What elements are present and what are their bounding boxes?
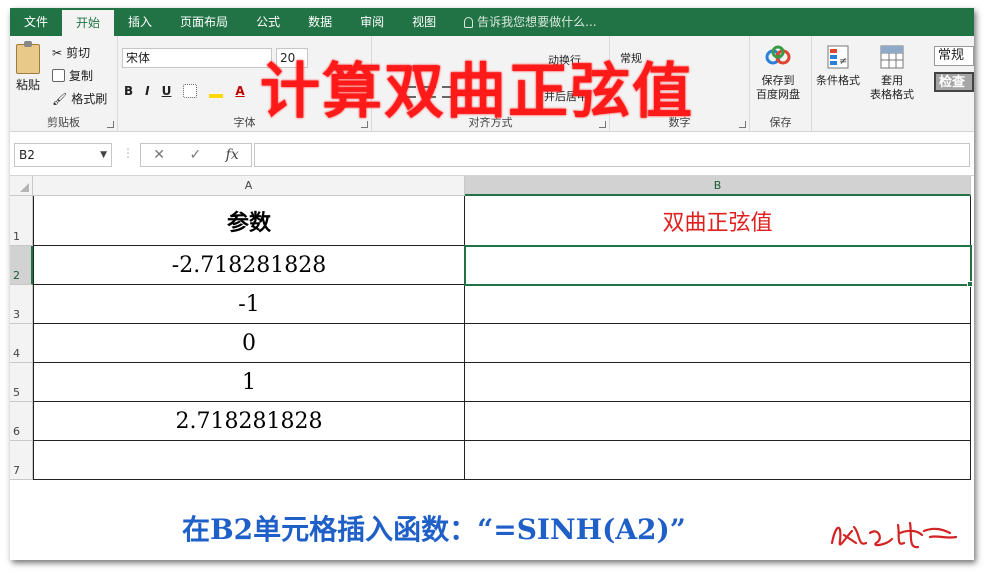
conditional-format-label: 条件格式	[816, 74, 860, 87]
cell-a2[interactable]: -2.718281828	[33, 246, 465, 285]
cell-b1[interactable]: 双曲正弦值	[465, 196, 971, 246]
cell-b3[interactable]	[465, 285, 971, 324]
copy-icon	[52, 69, 65, 82]
tab-insert[interactable]: 插入	[114, 8, 166, 36]
formula-bar-grip-icon: ⋮	[122, 146, 134, 160]
tab-home[interactable]: 开始	[62, 10, 115, 36]
number-launcher-icon[interactable]	[739, 121, 746, 128]
copy-label: 复制	[69, 69, 94, 83]
column-header-a[interactable]: A	[33, 176, 465, 196]
tab-page-layout[interactable]: 页面布局	[166, 8, 242, 36]
bold-button[interactable]: B	[124, 84, 133, 98]
save-label: 保存	[769, 116, 792, 129]
insert-function-icon[interactable]: fx	[226, 147, 239, 163]
clipboard-launcher-icon[interactable]	[107, 121, 114, 128]
brush-icon: 🖌	[52, 91, 68, 106]
excel-window: 文件 开始 插入 页面布局 公式 数据 审阅 视图 告诉我您想要做什么... 粘…	[10, 8, 974, 560]
font-name-select[interactable]: 宋体	[122, 48, 272, 68]
italic-button[interactable]: I	[145, 84, 149, 98]
save-line1: 保存到	[761, 74, 795, 87]
formula-buttons: ✕ ✓ fx	[140, 143, 252, 167]
cell-b2[interactable]	[464, 245, 972, 286]
format-painter-button[interactable]: 🖌 格式刷	[52, 90, 107, 107]
cell-a6[interactable]: 2.718281828	[33, 402, 465, 441]
tell-me-text: 告诉我您想要做什么...	[477, 15, 597, 29]
menu-bar: 文件 开始 插入 页面布局 公式 数据 审阅 视图 告诉我您想要做什么...	[10, 8, 974, 36]
column-header-b[interactable]: B	[465, 176, 971, 196]
save-line2: 百度网盘	[756, 88, 800, 101]
cell-b4[interactable]	[465, 324, 971, 363]
save-to-baidu-button[interactable]: 保存到 百度网盘	[756, 44, 800, 102]
fill-handle[interactable]	[967, 281, 973, 287]
underline-button[interactable]: U	[162, 84, 172, 98]
overlay-title: 计算双曲正弦值	[260, 57, 694, 127]
font-color-icon[interactable]: A	[235, 84, 244, 98]
paste-icon[interactable]	[16, 41, 40, 74]
cell-b7[interactable]	[465, 441, 971, 480]
formula-input[interactable]	[254, 143, 970, 167]
name-box-value: B2	[19, 148, 35, 162]
tab-file[interactable]: 文件	[10, 8, 62, 36]
chevron-down-icon[interactable]: ▼	[100, 144, 107, 166]
tab-review[interactable]: 审阅	[346, 8, 398, 36]
row-header-4[interactable]: 4	[10, 324, 33, 363]
author-signature	[830, 521, 958, 549]
cell-a3[interactable]: -1	[33, 285, 465, 324]
style-check[interactable]: 检查	[934, 72, 974, 92]
clipboard-label: 剪贴板	[47, 116, 80, 129]
formula-bar: B2 ▼ ⋮ ✕ ✓ fx	[10, 132, 974, 176]
format-as-table-button[interactable]: 套用 表格格式	[870, 44, 914, 102]
clipboard-group: 粘贴 ✂ 剪切 复制 🖌 格式刷 剪贴板	[10, 36, 118, 132]
cell-b5[interactable]	[465, 363, 971, 402]
cell-a4[interactable]: 0	[33, 324, 465, 363]
cell-a5[interactable]: 1	[33, 363, 465, 402]
tab-formulas[interactable]: 公式	[242, 8, 294, 36]
row-header-7[interactable]: 7	[10, 441, 33, 480]
row-header-3[interactable]: 3	[10, 285, 33, 324]
fill-color-icon[interactable]	[209, 94, 224, 98]
conditional-format-icon: ≠	[824, 44, 852, 70]
cell-a1[interactable]: 参数	[33, 196, 465, 246]
styles-group: ≠ 条件格式 套用 表格格式 常规 检查	[812, 36, 974, 132]
conditional-format-button[interactable]: ≠ 条件格式	[816, 44, 860, 88]
cell-b6[interactable]	[465, 402, 971, 441]
style-normal[interactable]: 常规	[934, 46, 974, 66]
ribbon: 粘贴 ✂ 剪切 复制 🖌 格式刷 剪贴板 宋体 20 B I U A 字体 动换…	[10, 36, 974, 132]
copy-button[interactable]: 复制	[52, 67, 93, 84]
select-all-button[interactable]	[10, 176, 33, 196]
cut-button[interactable]: ✂ 剪切	[52, 44, 90, 61]
cut-label: 剪切	[66, 46, 91, 60]
tab-view[interactable]: 视图	[398, 8, 450, 36]
row-header-6[interactable]: 6	[10, 402, 33, 441]
tell-me-box[interactable]: 告诉我您想要做什么...	[450, 8, 597, 36]
row-header-2[interactable]: 2	[10, 246, 33, 285]
name-box[interactable]: B2 ▼	[14, 143, 112, 167]
scissors-icon: ✂	[52, 45, 63, 60]
instruction-caption: 在B2单元格插入函数：“=SINH(A2)”	[182, 513, 686, 546]
cancel-icon[interactable]: ✕	[153, 147, 165, 163]
paste-button[interactable]: 粘贴	[16, 76, 40, 93]
format-painter-label: 格式刷	[71, 92, 108, 106]
cloud-icon	[764, 44, 792, 70]
lightbulb-icon	[464, 16, 474, 28]
row-header-5[interactable]: 5	[10, 363, 33, 402]
border-icon[interactable]	[183, 84, 198, 98]
table-line2: 表格格式	[870, 88, 914, 101]
tab-data[interactable]: 数据	[294, 8, 346, 36]
svg-text:≠: ≠	[839, 56, 847, 67]
table-format-icon	[878, 44, 906, 70]
row-header-1[interactable]: 1	[10, 196, 33, 246]
save-group: 保存到 百度网盘 保存	[750, 36, 812, 132]
enter-icon[interactable]: ✓	[189, 147, 201, 163]
cell-a7[interactable]	[33, 441, 465, 480]
table-line1: 套用	[881, 74, 903, 87]
font-format-row: B I U A	[124, 84, 245, 98]
